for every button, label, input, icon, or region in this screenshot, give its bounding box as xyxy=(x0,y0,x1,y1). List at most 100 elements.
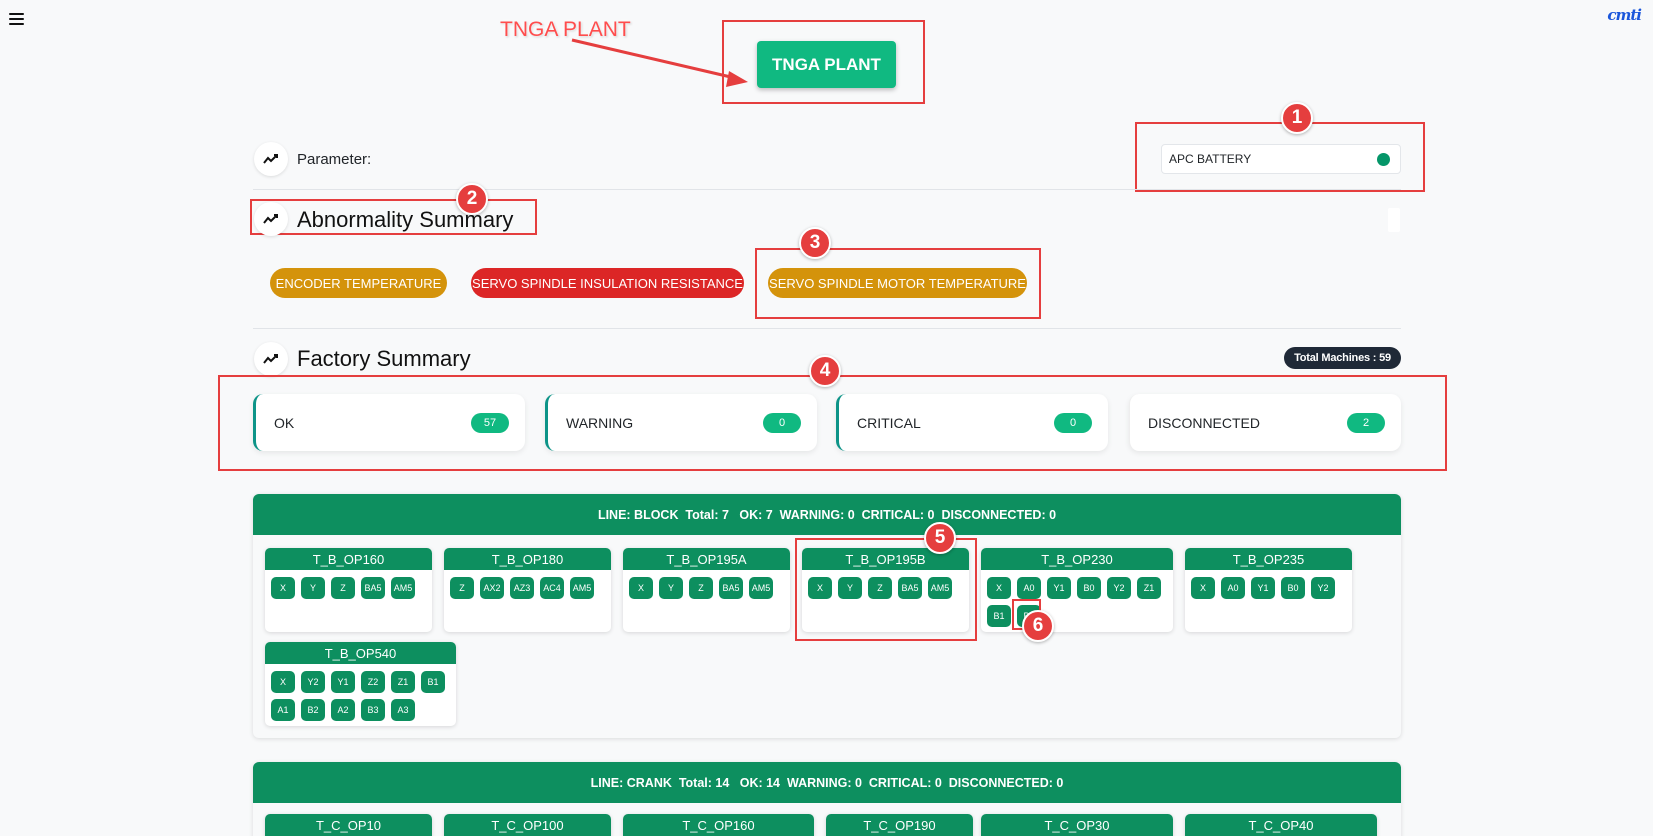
axis-chip[interactable]: X xyxy=(987,577,1011,599)
status-label: WARNING xyxy=(566,414,634,431)
axis-chip[interactable]: BA5 xyxy=(719,577,743,599)
axis-chip[interactable]: A3 xyxy=(391,699,415,721)
axis-chip[interactable]: AM5 xyxy=(928,577,952,599)
parameter-select-value: APC BATTERY xyxy=(1169,152,1252,166)
collapse-toggle[interactable] xyxy=(1388,208,1400,232)
status-label: CRITICAL xyxy=(857,414,921,431)
annotation-badge: 6 xyxy=(1022,610,1054,642)
abnormality-pill[interactable]: ENCODER TEMPERATURE xyxy=(270,268,447,298)
hamburger-menu-icon[interactable] xyxy=(9,13,24,25)
annotation-badge: 5 xyxy=(924,522,956,554)
line-panel-crank: LINE: CRANK Total: 14 OK: 14 WARNING: 0 … xyxy=(253,762,1401,836)
annotation-badge: 3 xyxy=(799,227,831,259)
machine-name: T_C_OP30 xyxy=(981,814,1173,836)
machine-name: T_B_OP540 xyxy=(265,642,456,664)
machine-card[interactable]: T_C_OP10 xyxy=(265,814,432,836)
axis-chip[interactable]: AM5 xyxy=(391,577,415,599)
axis-chip[interactable]: B1 xyxy=(421,671,445,693)
axis-chip[interactable]: B0 xyxy=(1077,577,1101,599)
axis-chip[interactable]: B2 xyxy=(301,699,325,721)
axis-chip[interactable]: B3 xyxy=(361,699,385,721)
axis-chip[interactable]: AC4 xyxy=(540,577,564,599)
machine-name: T_C_OP100 xyxy=(444,814,611,836)
axis-chip[interactable]: Y xyxy=(301,577,325,599)
axis-chip[interactable]: Y2 xyxy=(301,671,325,693)
axis-chip[interactable]: Y2 xyxy=(1311,577,1335,599)
axis-chip[interactable]: A0 xyxy=(1221,577,1245,599)
axis-chip[interactable]: X xyxy=(629,577,653,599)
axis-chip[interactable]: Y2 xyxy=(1107,577,1131,599)
line-header: LINE: CRANK Total: 14 OK: 14 WARNING: 0 … xyxy=(253,762,1401,803)
axis-chip[interactable]: X xyxy=(271,577,295,599)
axis-chip[interactable]: Z2 xyxy=(361,671,385,693)
machine-name: T_B_OP230 xyxy=(981,548,1173,570)
plant-button[interactable]: TNGA PLANT xyxy=(757,41,896,88)
machine-name: T_B_OP160 xyxy=(265,548,432,570)
axis-chip[interactable]: X xyxy=(808,577,832,599)
axis-chip[interactable]: B0 xyxy=(1281,577,1305,599)
axis-chip[interactable]: Z xyxy=(868,577,892,599)
status-card-ok[interactable]: OK 57 xyxy=(253,394,525,451)
machine-card[interactable]: T_C_OP30 xyxy=(981,814,1173,836)
status-card-critical[interactable]: CRITICAL 0 xyxy=(836,394,1108,451)
machine-card[interactable]: T_B_OP195A X Y Z BA5 AM5 xyxy=(623,548,790,632)
machine-card[interactable]: T_B_OP540 X Y2 Y1 Z2 Z1 B1 A1 B2 A2 B3 A… xyxy=(265,642,456,726)
axis-chip[interactable]: Y xyxy=(838,577,862,599)
status-card-warning[interactable]: WARNING 0 xyxy=(545,394,817,451)
axis-chip[interactable]: A1 xyxy=(271,699,295,721)
axis-chip[interactable]: A2 xyxy=(331,699,355,721)
parameter-select[interactable]: APC BATTERY xyxy=(1161,144,1401,174)
annotation-badge: 1 xyxy=(1281,102,1313,134)
machine-card[interactable]: T_B_OP180 Z AX2 AZ3 AC4 AM5 xyxy=(444,548,611,632)
axis-chip[interactable]: Y xyxy=(659,577,683,599)
axis-chip[interactable]: B1 xyxy=(987,605,1011,627)
axis-chip[interactable]: Z xyxy=(331,577,355,599)
annotation-label: TNGA PLANT xyxy=(500,18,631,41)
abnormality-pill[interactable]: SERVO SPINDLE MOTOR TEMPERATURE xyxy=(768,268,1027,298)
trend-icon xyxy=(254,342,288,376)
axis-chip[interactable]: BA5 xyxy=(898,577,922,599)
axis-chip[interactable]: X xyxy=(1191,577,1215,599)
axis-chip[interactable]: AM5 xyxy=(749,577,773,599)
machine-card[interactable]: T_B_OP195B X Y Z BA5 AM5 xyxy=(802,548,969,632)
axis-chip[interactable]: X xyxy=(271,671,295,693)
status-label: DISCONNECTED xyxy=(1148,414,1261,431)
machine-name: T_B_OP180 xyxy=(444,548,611,570)
axis-chip[interactable]: Z1 xyxy=(391,671,415,693)
abnormality-pill[interactable]: SERVO SPINDLE INSULATION RESISTANCE xyxy=(471,268,744,298)
divider xyxy=(253,328,1401,329)
machine-card[interactable]: T_B_OP230 X A0 Y1 B0 Y2 Z1 B1 B2 xyxy=(981,548,1173,632)
axis-chip[interactable]: Z1 xyxy=(1137,577,1161,599)
machine-card[interactable]: T_C_OP40 xyxy=(1185,814,1377,836)
status-label: OK xyxy=(274,414,295,431)
machine-name: T_C_OP40 xyxy=(1185,814,1377,836)
axis-chip[interactable]: Z xyxy=(450,577,474,599)
machine-card[interactable]: T_C_OP100 xyxy=(444,814,611,836)
trend-icon xyxy=(254,202,288,236)
axis-chip[interactable]: AZ3 xyxy=(510,577,534,599)
annotation-badge: 2 xyxy=(456,183,488,215)
status-card-disconnected[interactable]: DISCONNECTED 2 xyxy=(1129,394,1401,451)
machine-name: T_C_OP10 xyxy=(265,814,432,836)
axis-chip[interactable]: Y1 xyxy=(331,671,355,693)
axis-chip[interactable]: Z xyxy=(689,577,713,599)
total-machines-badge: Total Machines : 59 xyxy=(1284,347,1401,369)
status-count: 0 xyxy=(1054,412,1092,433)
axis-chip[interactable]: AM5 xyxy=(570,577,594,599)
machine-card[interactable]: T_C_OP190 xyxy=(826,814,973,836)
machine-card[interactable]: T_B_OP235 X A0 Y1 B0 Y2 xyxy=(1185,548,1352,632)
axis-chip[interactable]: BA5 xyxy=(361,577,385,599)
annotation-badge: 4 xyxy=(809,355,841,387)
axis-chip[interactable]: Y1 xyxy=(1047,577,1071,599)
machine-name: T_C_OP160 xyxy=(623,814,814,836)
axis-chip[interactable]: A0 xyxy=(1017,577,1041,599)
status-dot xyxy=(1377,152,1390,166)
axis-chip[interactable]: Y1 xyxy=(1251,577,1275,599)
status-count: 2 xyxy=(1347,412,1385,433)
machine-card[interactable]: T_B_OP160 X Y Z BA5 AM5 xyxy=(265,548,432,632)
parameter-label: Parameter: xyxy=(297,151,372,168)
status-count: 57 xyxy=(471,412,509,433)
machine-card[interactable]: T_C_OP160 xyxy=(623,814,814,836)
axis-chip[interactable]: AX2 xyxy=(480,577,504,599)
line-panel-block: LINE: BLOCK Total: 7 OK: 7 WARNING: 0 CR… xyxy=(253,494,1401,738)
